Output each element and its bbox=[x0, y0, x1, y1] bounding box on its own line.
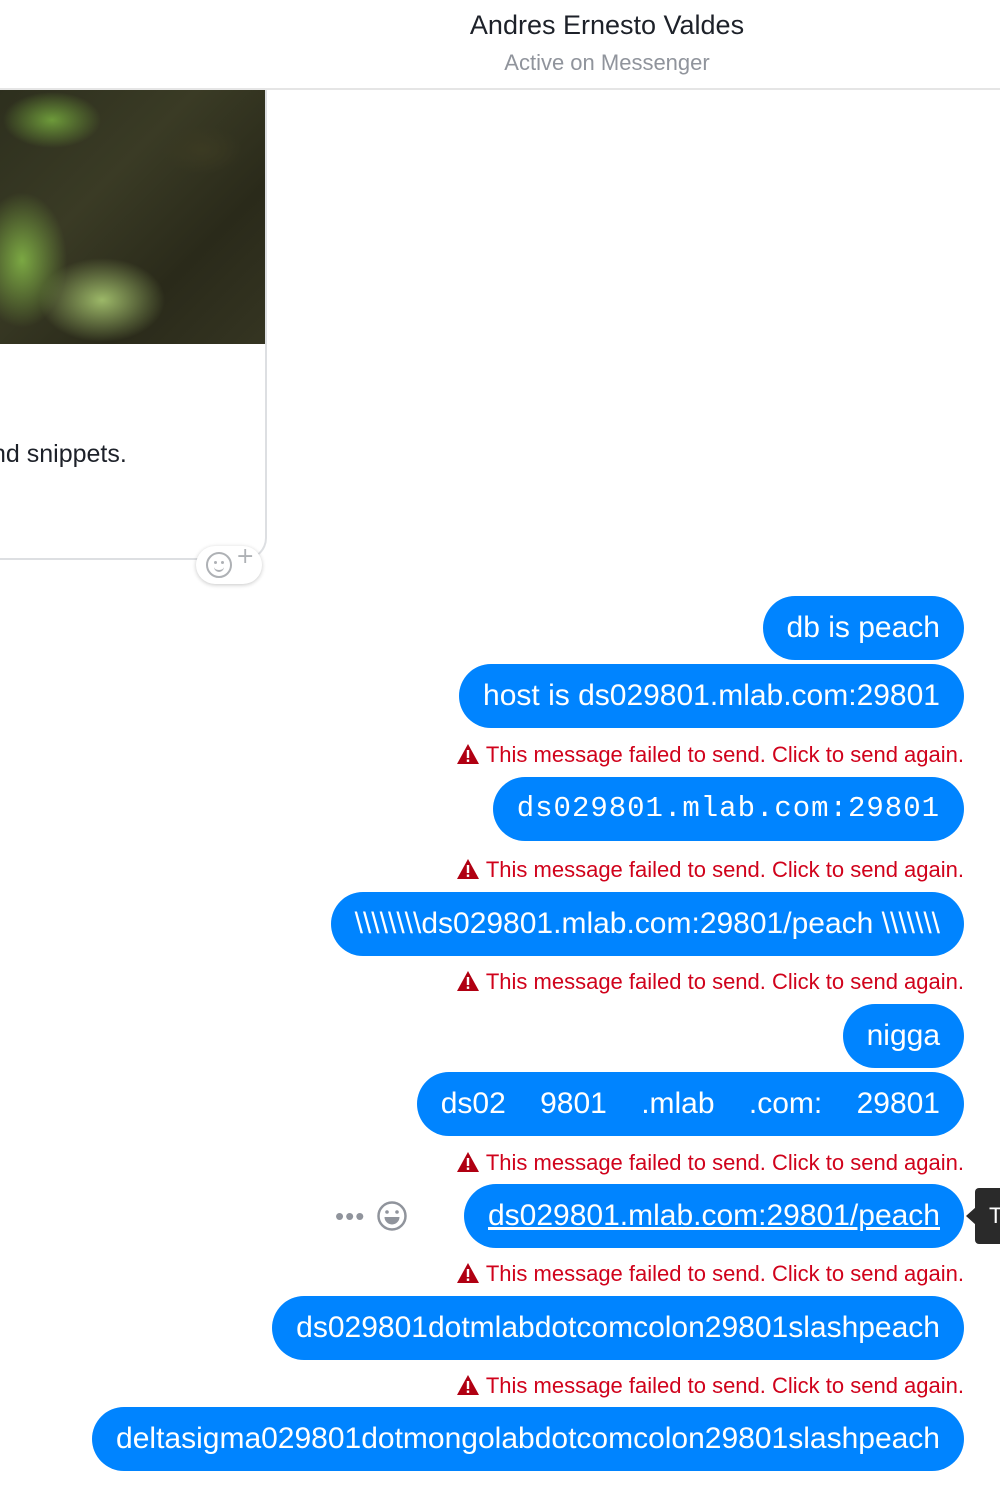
message-link[interactable]: ds029801.mlab.com:29801/peach bbox=[488, 1199, 940, 1232]
message-bubble[interactable]: deltasigma029801dotmongolabdotcomcolon29… bbox=[92, 1407, 964, 1471]
send-failed-text: This message failed to send. Click to se… bbox=[485, 1261, 964, 1286]
send-failed-text: This message failed to send. Click to se… bbox=[485, 969, 964, 994]
message-bubble[interactable]: ds029801dotmlabdotcomcolon29801slashpeac… bbox=[272, 1296, 964, 1360]
send-failed-notice[interactable]: This message failed to send. Click to se… bbox=[456, 740, 964, 770]
send-failed-text: This message failed to send. Click to se… bbox=[485, 1373, 964, 1398]
shared-link-card[interactable]: nd snippets. bbox=[0, 90, 267, 560]
warning-triangle-icon bbox=[456, 1151, 480, 1173]
send-failed-notice[interactable]: This message failed to send. Click to se… bbox=[456, 1148, 964, 1178]
send-failed-text: This message failed to send. Click to se… bbox=[485, 1150, 964, 1175]
active-status: Active on Messenger bbox=[504, 50, 710, 75]
warning-triangle-icon bbox=[456, 970, 480, 992]
send-failed-text: This message failed to send. Click to se… bbox=[485, 742, 964, 767]
message-bubble[interactable]: \\\\\\\\ds029801.mlab.com:29801/peach \\… bbox=[330, 892, 964, 956]
message-bubble[interactable]: ds029801.mlab.com:29801/peach bbox=[464, 1184, 964, 1248]
more-options-icon[interactable]: ••• bbox=[335, 1203, 365, 1229]
warning-triangle-icon bbox=[456, 1374, 480, 1396]
send-failed-notice[interactable]: This message failed to send. Click to se… bbox=[456, 967, 964, 997]
conversation-header: Andres Ernesto Valdes Active on Messenge… bbox=[0, 0, 1000, 90]
message-bubble[interactable]: ds02 9801 .mlab .com: 29801 bbox=[416, 1072, 964, 1136]
smiley-plus-icon bbox=[206, 552, 232, 578]
warning-triangle-icon bbox=[456, 743, 480, 765]
send-failed-text: This message failed to send. Click to se… bbox=[485, 857, 964, 882]
smiley-icon[interactable] bbox=[376, 1200, 408, 1232]
warning-triangle-icon bbox=[456, 1262, 480, 1284]
message-bubble[interactable]: db is peach bbox=[762, 596, 964, 660]
link-preview-snippet: nd snippets. bbox=[0, 440, 127, 468]
message-bubble[interactable]: nigga bbox=[842, 1004, 964, 1068]
timestamp-tooltip: T bbox=[975, 1188, 1000, 1244]
send-failed-notice[interactable]: This message failed to send. Click to se… bbox=[456, 855, 964, 885]
message-bubble[interactable]: host is ds029801.mlab.com:29801 bbox=[459, 664, 964, 728]
send-failed-notice[interactable]: This message failed to send. Click to se… bbox=[456, 1371, 964, 1401]
send-failed-notice[interactable]: This message failed to send. Click to se… bbox=[456, 1259, 964, 1289]
warning-triangle-icon bbox=[456, 858, 480, 880]
add-reaction-button[interactable]: + bbox=[196, 546, 262, 584]
link-preview-image[interactable] bbox=[0, 90, 265, 344]
message-bubble[interactable]: ds029801.mlab.com:29801 bbox=[492, 777, 964, 841]
contact-name[interactable]: Andres Ernesto Valdes bbox=[0, 10, 1000, 41]
